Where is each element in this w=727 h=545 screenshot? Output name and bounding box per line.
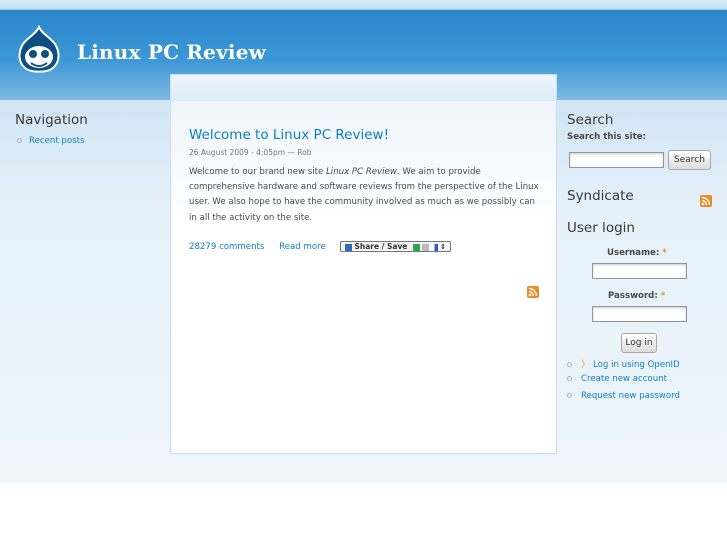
node-body-pre: Welcome to our brand new site — [189, 167, 327, 177]
search-button[interactable]: Search — [668, 150, 711, 170]
openid-login-link[interactable]: Log in using OpenID — [593, 360, 680, 370]
request-password-link[interactable]: Request new password — [581, 391, 680, 401]
username-required-marker: * — [662, 248, 667, 258]
create-account-link[interactable]: Create new account — [581, 374, 667, 384]
username-label-text: Username: — [607, 248, 660, 258]
password-label-text: Password: — [608, 291, 658, 301]
bullet-icon — [567, 362, 572, 367]
nav-item-recent-posts: Recent posts — [17, 136, 165, 146]
openid-icon: 〉 — [581, 360, 591, 370]
request-password-item: Request new password — [567, 391, 680, 401]
node-links: 28279 comments Read more Share / Save ⇕ — [189, 241, 451, 252]
read-more-link[interactable]: Read more — [279, 242, 326, 252]
share-save-button[interactable]: Share / Save ⇕ — [340, 241, 451, 252]
password-field[interactable] — [592, 306, 687, 322]
site-name[interactable]: Linux PC Review — [77, 40, 266, 64]
node-submitted: 26 August 2009 - 4:05pm — Rob — [189, 148, 312, 157]
node-body: Welcome to our brand new site Linux PC R… — [189, 165, 545, 226]
top-strip — [0, 0, 727, 10]
share-green-icon — [413, 243, 421, 251]
content-top-bar — [171, 75, 556, 101]
username-field[interactable] — [592, 263, 687, 279]
share-grey-icon — [422, 243, 430, 251]
comments-link[interactable]: 28279 comments — [189, 242, 264, 252]
share-dropdown-icon: ⇕ — [440, 243, 446, 251]
password-required-marker: * — [660, 291, 666, 301]
search-label: Search this site: — [567, 132, 646, 142]
recent-posts-link[interactable]: Recent posts — [29, 136, 84, 146]
sidebar-left: Navigation Recent posts — [15, 112, 165, 146]
share-save-label: Share / Save — [354, 242, 408, 251]
share-delicious-icon — [431, 243, 439, 251]
user-login-title: User login — [567, 220, 635, 236]
bullet-icon — [17, 138, 22, 143]
node-title-link[interactable]: Welcome to Linux PC Review! — [189, 127, 389, 143]
search-input[interactable] — [569, 152, 664, 168]
bullet-icon — [567, 376, 572, 381]
search-title: Search — [567, 112, 614, 128]
node-body-site-name: Linux PC Review — [326, 167, 397, 177]
main-content: Welcome to Linux PC Review! 26 August 20… — [170, 74, 557, 454]
syndicate-title: Syndicate — [567, 188, 634, 204]
password-label: Password: * — [608, 291, 665, 301]
bullet-icon — [567, 393, 572, 398]
navigation-title: Navigation — [15, 112, 88, 128]
create-account-item: Create new account — [567, 374, 667, 384]
drupal-logo-icon[interactable] — [16, 25, 62, 75]
sidebar-right: Search Search this site: Search Syndicat… — [567, 112, 717, 401]
syndicate-rss-icon[interactable] — [700, 195, 712, 207]
rss-feed-icon[interactable] — [527, 286, 539, 298]
username-label: Username: * — [607, 248, 667, 258]
login-button[interactable]: Log in — [621, 333, 657, 353]
openid-item: 〉 Log in using OpenID — [567, 357, 680, 370]
share-plus-icon — [345, 243, 353, 251]
